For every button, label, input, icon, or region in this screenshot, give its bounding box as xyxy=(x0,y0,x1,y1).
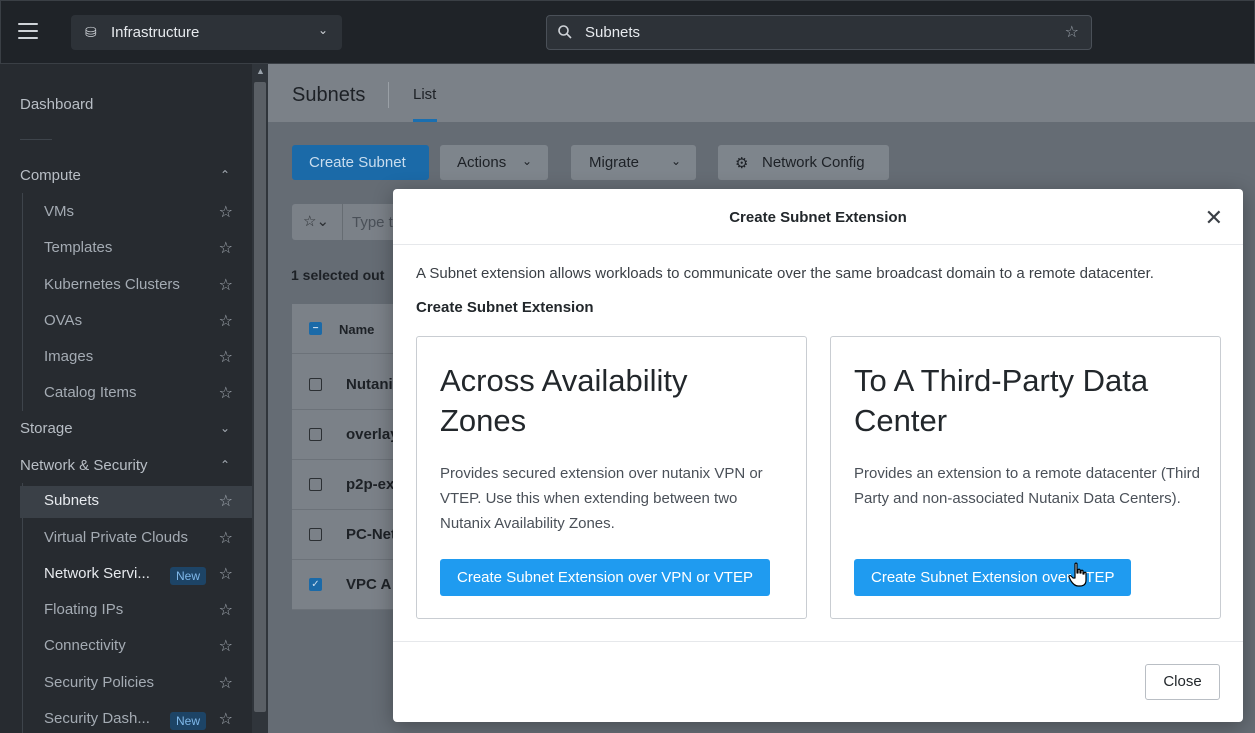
migrate-button[interactable]: Migrate ⌄ xyxy=(571,145,696,180)
actions-button[interactable]: Actions ⌄ xyxy=(440,145,548,180)
modal-description: A Subnet extension allows workloads to c… xyxy=(416,265,1154,282)
sidebar-section-storage[interactable]: Storage ⌄ xyxy=(0,414,252,446)
divider xyxy=(342,204,343,240)
sidebar-item-kubernetes-clusters[interactable]: Kubernetes Clusters ☆ xyxy=(0,270,252,302)
sidebar-item-catalog-items[interactable]: Catalog Items ☆ xyxy=(0,378,252,410)
app-switcher-label: Infrastructure xyxy=(111,24,200,41)
sidebar: Dashboard Compute ⌃ VMs ☆ Templates ☆ Kuber… xyxy=(0,64,268,733)
chevron-down-icon: ⌄ xyxy=(317,23,328,37)
third-party-data-center-card: To A Third-Party Data Center Provides an… xyxy=(830,336,1221,619)
card-description: Provides an extension to a remote datace… xyxy=(854,465,1201,507)
row-checkbox[interactable] xyxy=(309,428,322,441)
sidebar-item-security-policies[interactable]: Security Policies ☆ xyxy=(0,668,252,700)
star-icon[interactable]: ☆ xyxy=(219,311,233,331)
table-row[interactable]: Nutani xyxy=(292,360,402,410)
filter-input[interactable]: Type t xyxy=(352,214,393,231)
chevron-down-icon: ⌄ xyxy=(219,421,230,435)
sidebar-item-dashboard[interactable]: Dashboard xyxy=(0,90,252,122)
star-icon[interactable]: ☆ xyxy=(219,528,233,548)
row-checkbox[interactable] xyxy=(309,528,322,541)
page-title: Subnets xyxy=(292,84,366,106)
divider xyxy=(20,139,52,140)
network-config-button[interactable]: ⚙ Network Config xyxy=(718,145,889,180)
tab-list[interactable]: List xyxy=(413,86,436,103)
close-button[interactable]: Close xyxy=(1145,664,1220,700)
sidebar-item-images[interactable]: Images ☆ xyxy=(0,342,252,374)
selection-count: 1 selected out xyxy=(291,267,385,283)
star-icon[interactable]: ☆ xyxy=(219,347,233,367)
star-icon[interactable]: ☆ xyxy=(219,238,233,258)
chevron-down-icon: ⌄ xyxy=(671,154,682,168)
star-icon[interactable]: ☆ xyxy=(219,491,233,511)
row-checkbox[interactable] xyxy=(309,378,322,391)
gear-icon: ⚙ xyxy=(735,155,749,172)
chevron-down-icon: ⌄ xyxy=(522,154,533,168)
create-subnet-extension-modal: Create Subnet Extension ✕ A Subnet exten… xyxy=(393,189,1243,722)
star-icon[interactable]: ☆ xyxy=(219,600,233,620)
row-checkbox[interactable] xyxy=(309,478,322,491)
table-row[interactable]: PC-Net xyxy=(292,510,402,560)
sidebar-section-network-security[interactable]: Network & Security ⌃ xyxy=(0,451,252,483)
global-search-input[interactable]: Subnets ☆ xyxy=(546,15,1092,50)
star-icon[interactable]: ☆ xyxy=(219,275,233,295)
card-title: Across Availability Zones xyxy=(440,363,688,438)
favorites-filter-icon[interactable]: ☆⌄ xyxy=(303,212,329,230)
create-extension-vpn-vtep-button[interactable]: Create Subnet Extension over VPN or VTEP xyxy=(440,559,770,596)
sidebar-item-ovas[interactable]: OVAs ☆ xyxy=(0,306,252,338)
hand-cursor-icon xyxy=(1068,562,1087,587)
sidebar-scrollbar[interactable]: ▲ xyxy=(252,64,268,733)
sidebar-item-subnets[interactable]: Subnets ☆ xyxy=(20,486,252,518)
table-row[interactable]: p2p-ex xyxy=(292,460,402,510)
table-row[interactable]: overlay xyxy=(292,410,402,460)
sidebar-item-vms[interactable]: VMs ☆ xyxy=(0,197,252,229)
sidebar-item-floating-ips[interactable]: Floating IPs ☆ xyxy=(0,595,252,627)
star-icon[interactable]: ☆ xyxy=(219,636,233,656)
select-all-checkbox[interactable]: − xyxy=(309,322,322,335)
star-icon[interactable]: ☆ xyxy=(219,202,233,222)
sidebar-section-compute[interactable]: Compute ⌃ xyxy=(0,161,252,193)
sidebar-item-connectivity[interactable]: Connectivity ☆ xyxy=(0,631,252,663)
active-tab-indicator xyxy=(413,119,437,122)
create-subnet-button[interactable]: Create Subnet xyxy=(292,145,429,180)
search-value: Subnets xyxy=(585,24,641,41)
sidebar-item-templates[interactable]: Templates ☆ xyxy=(0,233,252,265)
search-icon xyxy=(558,25,572,39)
star-icon[interactable]: ☆ xyxy=(219,564,233,584)
star-icon[interactable]: ☆ xyxy=(219,709,233,729)
chevron-up-icon: ⌃ xyxy=(219,168,230,182)
card-title: To A Third-Party Data Center xyxy=(854,363,1149,438)
new-badge: New xyxy=(169,567,206,585)
divider xyxy=(388,82,389,108)
modal-subtitle: Create Subnet Extension xyxy=(416,299,594,316)
card-description: Provides secured extension over nutanix … xyxy=(440,465,763,532)
star-icon[interactable]: ☆ xyxy=(219,383,233,403)
sidebar-item-virtual-private-clouds[interactable]: Virtual Private Clouds ☆ xyxy=(0,523,252,555)
close-icon[interactable]: ✕ xyxy=(1205,205,1223,231)
favorite-star-icon[interactable]: ☆ xyxy=(1065,22,1079,42)
top-bar: ⛁ Infrastructure ⌄ Subnets ☆ xyxy=(0,0,1255,64)
across-availability-zones-card: Across Availability Zones Provides secur… xyxy=(416,336,807,619)
app-switcher-dropdown[interactable]: ⛁ Infrastructure ⌄ xyxy=(71,15,342,50)
chevron-up-icon: ⌃ xyxy=(219,458,230,472)
scrollbar-thumb[interactable] xyxy=(254,82,266,712)
column-header-name[interactable]: Name xyxy=(339,322,374,337)
infrastructure-icon: ⛁ xyxy=(85,24,97,40)
modal-title: Create Subnet Extension xyxy=(729,209,907,226)
page-header: Subnets List xyxy=(268,64,1255,122)
row-checkbox-checked[interactable]: ✓ xyxy=(309,578,322,591)
star-icon[interactable]: ☆ xyxy=(219,673,233,693)
hamburger-menu-icon[interactable] xyxy=(18,23,38,41)
divider xyxy=(393,641,1243,642)
sidebar-item-security-dashboard[interactable]: Security Dash... New ☆ xyxy=(0,704,252,733)
table-header-row: − Name xyxy=(292,304,402,354)
scroll-up-icon[interactable]: ▲ xyxy=(256,66,265,76)
table-row[interactable]: ✓ VPC A xyxy=(292,560,402,610)
divider xyxy=(393,244,1243,245)
new-badge: New xyxy=(169,712,206,730)
sidebar-item-network-services[interactable]: Network Servi... New ☆ xyxy=(0,559,252,591)
